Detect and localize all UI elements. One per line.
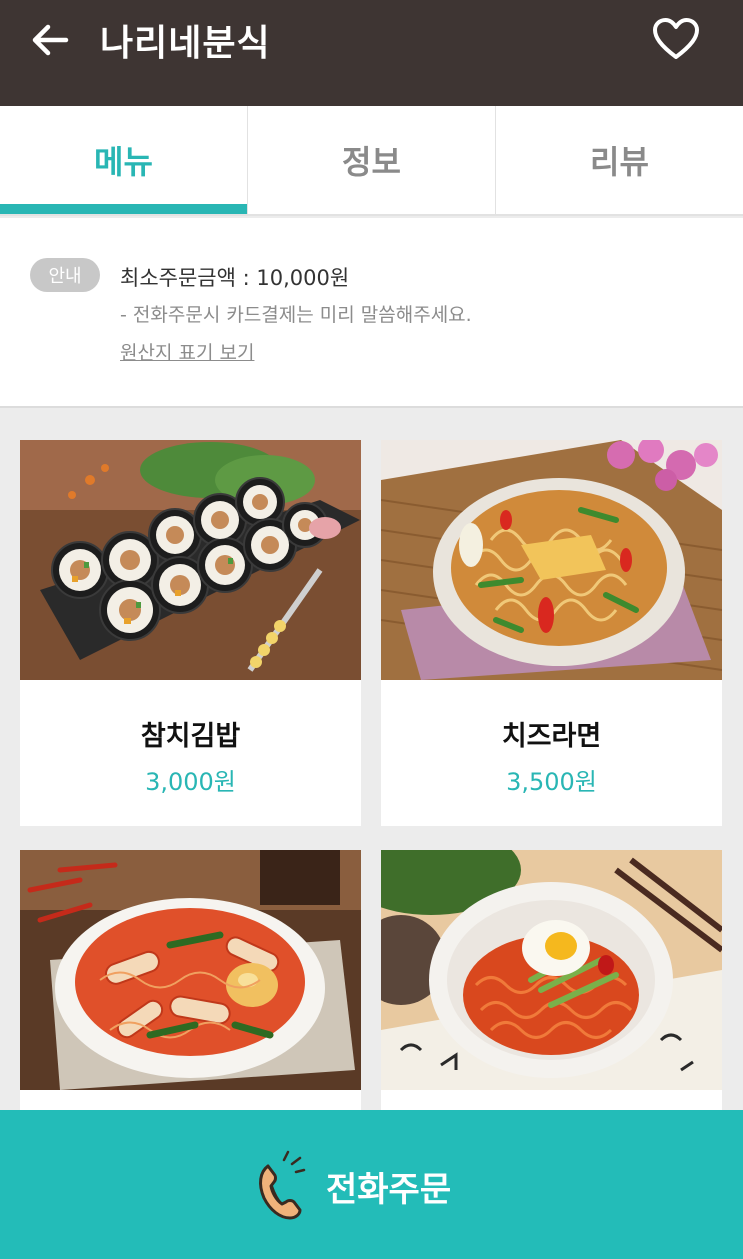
card-payment-note: - 전화주문시 카드결제는 미리 말씀해주세요.	[120, 304, 472, 326]
heart-icon[interactable]	[652, 17, 700, 61]
tab-info[interactable]: 정보	[248, 106, 495, 214]
arrow-left-icon[interactable]	[30, 22, 70, 58]
tab-info-label: 정보	[342, 143, 401, 181]
notice-badge: 안내	[30, 258, 100, 292]
page-title: 나리네분식	[100, 23, 271, 64]
phone-order-button[interactable]: 전화주문	[0, 1110, 743, 1259]
phone-order-label: 전화주문	[326, 1170, 452, 1210]
menu-card[interactable]: 참치김밥 3,000원	[20, 440, 361, 826]
min-order-text: 최소주문금액 : 10,000원	[120, 266, 350, 290]
menu-item-name: 치즈라면	[501, 721, 602, 752]
tab-menu[interactable]: 메뉴	[0, 106, 247, 214]
phone-icon	[259, 1150, 306, 1220]
tuna-kimbap-photo	[20, 440, 361, 680]
menu-item-price: 3,500원	[506, 768, 597, 796]
origin-info-link[interactable]: 원산지 표기 보기	[120, 338, 254, 365]
notice-panel: 안내 최소주문금액 : 10,000원 - 전화주문시 카드결제는 미리 말씀해…	[0, 218, 743, 408]
rabokki-photo	[20, 850, 361, 1090]
tab-bar: 메뉴 정보 리뷰	[0, 106, 743, 216]
tab-review-label: 리뷰	[590, 143, 649, 181]
menu-card[interactable]	[20, 850, 361, 1130]
tab-menu-label: 메뉴	[94, 143, 153, 181]
tab-review[interactable]: 리뷰	[496, 106, 743, 214]
menu-item-name: 참치김밥	[140, 721, 241, 752]
active-tab-indicator	[0, 204, 247, 214]
cheese-ramen-photo	[381, 440, 722, 680]
app-header: 나리네분식	[0, 0, 743, 106]
bibim-noodles-photo	[381, 850, 722, 1090]
menu-item-price: 3,000원	[145, 768, 236, 796]
menu-card[interactable]	[381, 850, 722, 1130]
menu-card[interactable]: 치즈라면 3,500원	[381, 440, 722, 826]
menu-grid: 참치김밥 3,000원 치즈라면 3,500원	[0, 410, 743, 1130]
